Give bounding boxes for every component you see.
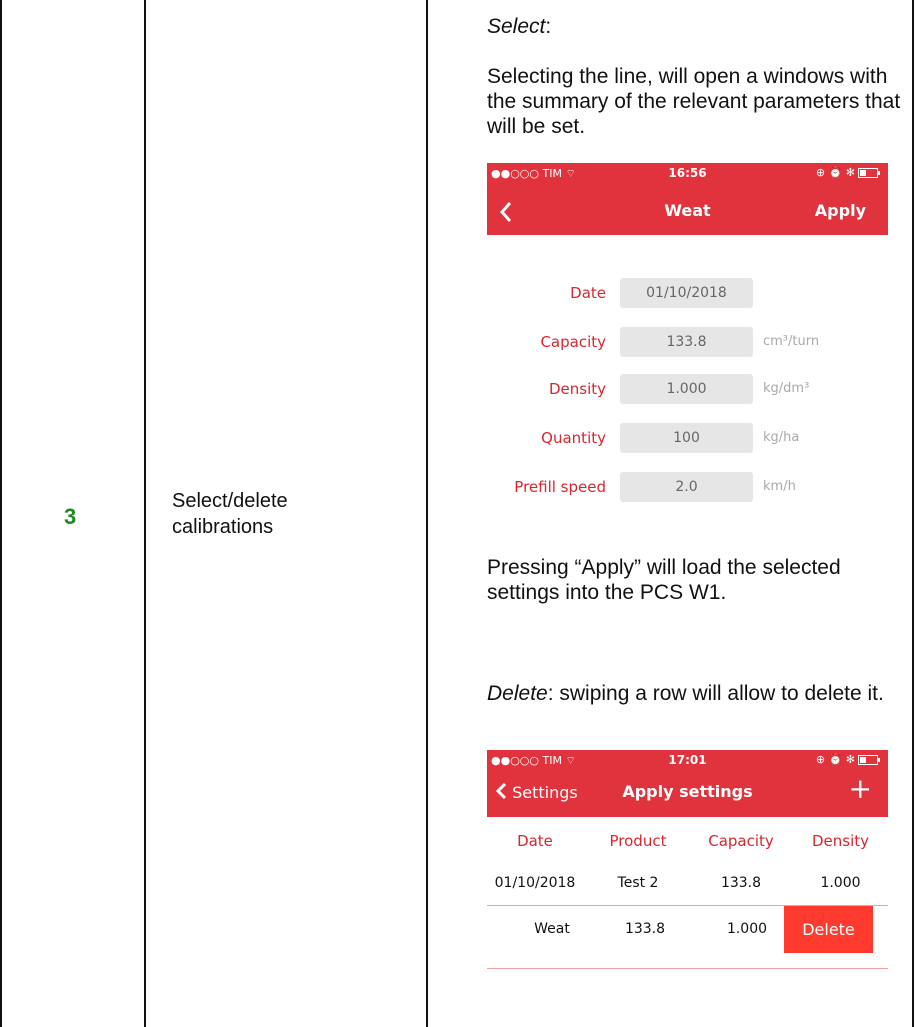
table-border-col2 (426, 0, 428, 1027)
delete-button[interactable]: Delete (784, 906, 873, 953)
field-quantity-label: Quantity (541, 429, 606, 447)
status-icons: ⊕ ⏰ ✻ (816, 753, 880, 766)
select-description: Selecting the line, will open a windows … (487, 65, 901, 138)
table-border-left (0, 0, 2, 1027)
delete-description: Delete: swiping a row will allow to dele… (487, 681, 902, 706)
screenshot-weat: ●●○○○ TIM ⌔ 16:56 ⊕ ⏰ ✻ Weat Apply Date … (487, 163, 888, 509)
chevron-left-icon (495, 782, 507, 800)
cell-density: 1.000 (726, 921, 768, 937)
table-row-swiped[interactable]: Weat 133.8 1.000 Delete (487, 906, 888, 953)
delete-heading: Delete (487, 682, 548, 705)
header-product: Product (609, 832, 667, 850)
step-label-line2: calibrations (172, 516, 274, 538)
step-label: Select/delete calibrations (172, 488, 412, 540)
cell-product: Test 2 (617, 875, 659, 891)
step-label-line1: Select/delete (172, 490, 288, 512)
cell-capacity: 133.8 (720, 875, 762, 891)
select-heading-colon: : (545, 15, 552, 38)
field-date: Date 01/10/2018 (487, 278, 888, 308)
step-number: 3 (64, 504, 77, 529)
delete-text: : swiping a row will allow to delete it. (547, 682, 884, 705)
back-button[interactable]: Settings (495, 782, 578, 802)
apply-description: Pressing “Apply” will load the selected … (487, 556, 841, 604)
select-heading-word: Select (487, 15, 546, 38)
table-border-col1 (144, 0, 146, 1027)
cell-product: Weat (534, 921, 570, 937)
row-divider (487, 968, 888, 969)
field-quantity: Quantity 100 kg/ha (487, 423, 888, 453)
apply-button[interactable]: Apply (815, 201, 866, 220)
field-capacity-unit: cm³/turn (763, 334, 820, 349)
nav-bar: Settings Apply settings + (487, 770, 888, 817)
table-border-right (912, 0, 914, 1027)
add-button[interactable]: + (849, 772, 872, 805)
header-capacity: Capacity (708, 832, 774, 850)
field-date-value[interactable]: 01/10/2018 (620, 278, 753, 308)
battery-icon (858, 168, 880, 178)
cell-density: 1.000 (820, 875, 861, 891)
header-density: Density (811, 832, 870, 850)
table-header: Date Product Capacity Density (487, 832, 888, 854)
nav-bar: Weat Apply (487, 183, 888, 235)
field-prefill-speed: Prefill speed 2.0 km/h (487, 472, 888, 502)
status-icons: ⊕ ⏰ ✻ (816, 166, 880, 179)
select-heading: Select: (487, 14, 902, 39)
screenshot-apply-settings: ●●○○○ TIM ⌔ 17:01 ⊕ ⏰ ✻ Settings Apply s… (487, 750, 888, 1027)
field-density-unit: kg/dm³ (763, 381, 810, 396)
field-capacity: Capacity 133.8 cm³/turn (487, 327, 888, 357)
field-prefill-speed-label: Prefill speed (514, 478, 606, 496)
table-row[interactable]: 01/10/2018 Test 2 133.8 1.000 (487, 875, 888, 897)
field-quantity-unit: kg/ha (763, 430, 800, 445)
nav-title: Apply settings (622, 782, 753, 801)
field-date-label: Date (570, 284, 606, 302)
header-date: Date (517, 832, 553, 850)
field-density-value[interactable]: 1.000 (620, 374, 753, 404)
status-bar-content: ●●○○○ TIM ⌔ 17:01 ⊕ ⏰ ✻ (487, 750, 888, 770)
field-prefill-speed-unit: km/h (763, 479, 796, 494)
field-capacity-label: Capacity (540, 333, 606, 351)
status-bar-content: ●●○○○ TIM ⌔ 16:56 ⊕ ⏰ ✻ (487, 163, 888, 183)
field-density: Density 1.000 kg/dm³ (487, 374, 888, 404)
cell-date: 01/10/2018 (494, 875, 576, 891)
field-density-label: Density (548, 380, 606, 398)
field-quantity-value[interactable]: 100 (620, 423, 753, 453)
field-prefill-speed-value[interactable]: 2.0 (620, 472, 753, 502)
battery-icon (858, 755, 880, 765)
field-capacity-value[interactable]: 133.8 (620, 327, 753, 357)
cell-capacity: 133.8 (624, 921, 666, 937)
back-label: Settings (512, 783, 578, 802)
